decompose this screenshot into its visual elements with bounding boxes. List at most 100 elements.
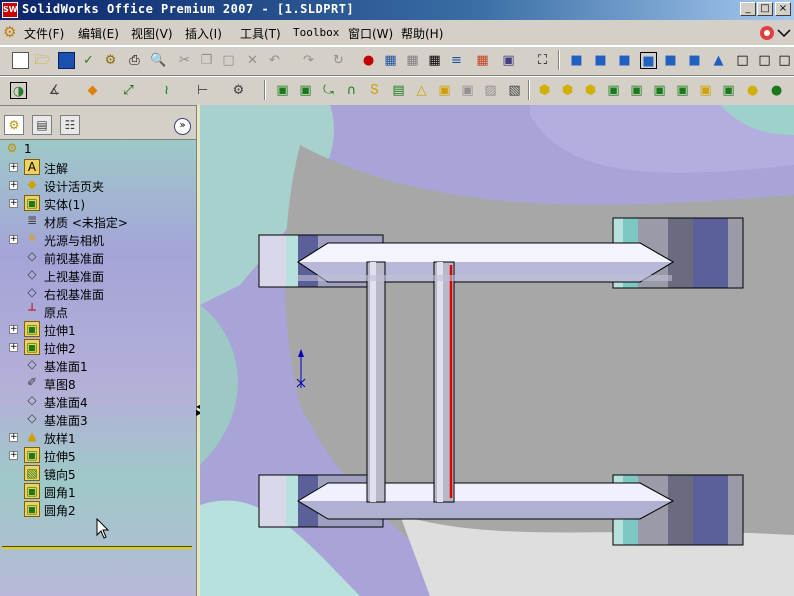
property-manager-tab-icon[interactable]: ▤ [32, 115, 52, 135]
expand-plus-icon[interactable]: + [9, 199, 18, 208]
tree-item[interactable]: ▧ 镜向5 [0, 464, 196, 482]
surface-3-icon[interactable]: ⬢ [582, 82, 599, 99]
tree-root[interactable]: ⚙ 1 [0, 140, 196, 158]
extrude-boss-icon[interactable]: ▣ [274, 82, 291, 99]
traffic-light-icon[interactable]: ● [360, 52, 377, 69]
menu-insert[interactable]: 插入(I) [185, 25, 222, 42]
spline-icon[interactable]: ≀ [158, 82, 175, 99]
sketch-dropdown-icon[interactable]: ◑ [10, 82, 27, 99]
print-icon[interactable]: ⎙ [126, 52, 143, 69]
surface-5-icon[interactable]: ▣ [628, 82, 645, 99]
surface-6-icon[interactable]: ▣ [651, 82, 668, 99]
view-cube-6-icon[interactable]: ■ [686, 52, 703, 69]
menu-file[interactable]: 文件(F) [24, 25, 64, 42]
fillet-icon[interactable]: ▣ [436, 82, 453, 99]
menu-view[interactable]: 视图(V) [131, 25, 173, 42]
menu-window[interactable]: 窗口(W) [348, 25, 393, 42]
expand-plus-icon[interactable]: + [9, 181, 18, 190]
view-cube-2-icon[interactable]: ■ [592, 52, 609, 69]
tree-item[interactable]: + ◆ 设计活页夹 [0, 176, 196, 194]
menu-help[interactable]: 帮助(H) [401, 25, 443, 42]
print-preview-icon[interactable]: 🔍 [150, 52, 167, 69]
rollback-bar[interactable] [2, 546, 192, 549]
rebuild-icon[interactable]: ↻ [330, 52, 347, 69]
make-drawing-icon[interactable]: ⚙ [102, 52, 119, 69]
smart-dimension-icon[interactable]: ∡ [46, 82, 63, 99]
open-folder-icon[interactable]: 🗁 [34, 52, 51, 69]
tree-item[interactable]: + ▣ 拉伸1 [0, 320, 196, 338]
expand-plus-icon[interactable]: + [9, 451, 18, 460]
new-document-icon[interactable] [12, 52, 29, 69]
view-cube-3-icon[interactable]: ■ [616, 52, 633, 69]
expand-panel-icon[interactable]: » [174, 118, 191, 135]
tree-item[interactable]: ◇ 上视基准面 [0, 266, 196, 284]
surface-8-icon[interactable]: ▣ [697, 82, 714, 99]
file-properties-icon[interactable]: ▦ [404, 52, 421, 69]
surface-7-icon[interactable]: ▣ [674, 82, 691, 99]
normal-to-icon[interactable]: ▲ [710, 52, 727, 69]
minimize-button[interactable]: _ [740, 2, 756, 16]
extrude-cut-icon[interactable]: Տ [366, 82, 383, 99]
save-icon[interactable] [58, 52, 75, 69]
loft-cut-icon[interactable]: △ [413, 82, 430, 99]
surface-2-icon[interactable]: ⬢ [559, 82, 576, 99]
tree-item[interactable]: ◇ 基准面3 [0, 410, 196, 428]
paste-icon[interactable]: □ [220, 52, 237, 69]
tree-item[interactable]: + ☀ 光源与相机 [0, 230, 196, 248]
tree-item[interactable]: ≣ 材质 <未指定> [0, 212, 196, 230]
graphics-viewport[interactable] [200, 105, 794, 596]
chamfer-icon[interactable]: ▣ [459, 82, 476, 99]
model-view[interactable] [200, 105, 794, 596]
grid-icon[interactable]: ▦ [426, 52, 443, 69]
surface-9-icon[interactable]: ▣ [720, 82, 737, 99]
tree-item[interactable]: + ▲ 放样1 [0, 428, 196, 446]
shell-icon[interactable]: ▧ [506, 82, 523, 99]
view-cube-1-icon[interactable]: ■ [568, 52, 585, 69]
solidworks-logo-icon[interactable]: ⚙ [3, 24, 19, 40]
tree-item[interactable]: ▣ 圆角1 [0, 482, 196, 500]
options-icon[interactable]: ▦ [382, 52, 399, 69]
tree-item[interactable]: + ▣ 拉伸2 [0, 338, 196, 356]
rib-icon[interactable]: ▨ [482, 82, 499, 99]
delete-icon[interactable]: ✕ [244, 52, 261, 69]
cylinder-icon[interactable]: ● [768, 82, 785, 99]
tree-item[interactable]: ◇ 基准面4 [0, 392, 196, 410]
menu-toolbox[interactable]: Toolbox [293, 26, 339, 39]
expand-plus-icon[interactable]: + [9, 343, 18, 352]
fullscreen-icon[interactable]: ⛶ [534, 52, 551, 69]
pattern-icon[interactable]: ⚙ [230, 82, 247, 99]
dome-icon[interactable]: ● [744, 82, 761, 99]
solidworks-app-icon[interactable]: SW [2, 2, 18, 18]
hidden-lines-icon[interactable]: □ [756, 52, 773, 69]
cut-icon[interactable]: ✂ [176, 52, 193, 69]
configuration-manager-tab-icon[interactable]: ☷ [60, 115, 80, 135]
undo-icon[interactable]: ↶ [266, 52, 283, 69]
tree-item[interactable]: ◇ 前视基准面 [0, 248, 196, 266]
window-layout-icon[interactable]: ▣ [500, 52, 517, 69]
wireframe-icon[interactable]: □ [734, 52, 751, 69]
wall-brick-icon[interactable]: ▦ [474, 52, 491, 69]
maximize-button[interactable]: □ [757, 2, 773, 16]
line-tool-icon[interactable]: ⤢ [120, 82, 137, 99]
view-isometric-icon[interactable]: ■ [640, 52, 657, 69]
hidden-removed-icon[interactable]: □ [776, 52, 793, 69]
tree-item[interactable]: + ▣ 实体(1) [0, 194, 196, 212]
revolve-boss-icon[interactable]: ▣ [297, 82, 314, 99]
shapes-dropdown-icon[interactable]: ◆ [84, 82, 101, 99]
search-assist-icon[interactable] [758, 24, 792, 42]
tree-item[interactable]: + ▣ 拉伸5 [0, 446, 196, 464]
menu-tools[interactable]: 工具(T) [240, 25, 281, 42]
menu-edit[interactable]: 编辑(E) [78, 25, 119, 42]
save-rebuild-icon[interactable]: ✓ [80, 52, 97, 69]
list-icon[interactable]: ≡ [448, 52, 465, 69]
tree-item[interactable]: ◇ 右视基准面 [0, 284, 196, 302]
copy-icon[interactable]: ❐ [198, 52, 215, 69]
expand-plus-icon[interactable]: + [9, 235, 18, 244]
expand-plus-icon[interactable]: + [9, 433, 18, 442]
close-button[interactable]: × [775, 2, 791, 16]
surface-1-icon[interactable]: ⬢ [536, 82, 553, 99]
loft-boss-icon[interactable]: ∩ [343, 82, 360, 99]
sweep-boss-icon[interactable]: ⤿ [320, 82, 337, 99]
redo-icon[interactable]: ↷ [300, 52, 317, 69]
expand-plus-icon[interactable]: + [9, 325, 18, 334]
